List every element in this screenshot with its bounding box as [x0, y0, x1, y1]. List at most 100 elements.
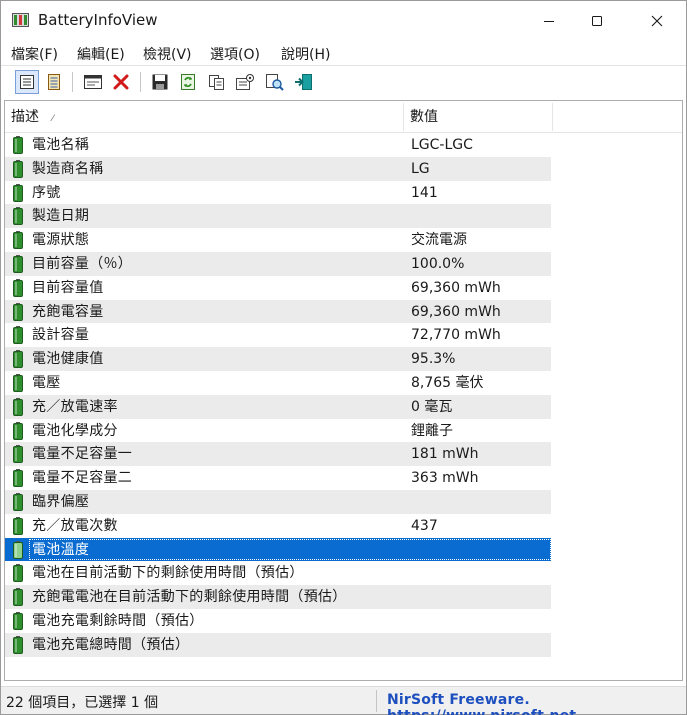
row-description: 電池化學成分 [32, 422, 118, 439]
title-bar[interactable]: BatteryInfoView [1, 1, 686, 41]
menu-edit[interactable]: 編輯(E) [77, 44, 125, 64]
table-row[interactable]: 電池健康值 95.3% [5, 347, 551, 371]
close-button[interactable] [634, 1, 680, 41]
table-row[interactable]: 目前容量值 69,360 mWh [5, 275, 551, 300]
table-row[interactable]: 電源狀態 交流電源 [5, 228, 551, 252]
column-header-value[interactable]: 數值 [404, 101, 552, 133]
battery-info-mode-button[interactable] [15, 70, 39, 94]
row-value: 72,770 mWh [411, 327, 501, 344]
table-row[interactable]: 製造日期 [5, 204, 551, 229]
properties-window-icon [84, 75, 102, 89]
row-value: 8,765 毫伏 [411, 374, 484, 391]
table-row[interactable]: 電池充電總時間（預估） [5, 632, 551, 657]
menu-help[interactable]: 說明(H) [281, 44, 330, 64]
row-value: LGC-LGC [411, 137, 473, 153]
battery-info-mode-icon [20, 75, 34, 89]
find-button[interactable] [263, 70, 287, 94]
table-row[interactable]: 電池名稱 LGC-LGC [5, 133, 551, 157]
row-value: 0 毫瓦 [411, 398, 453, 415]
table-row[interactable]: 電量不足容量一 181 mWh [5, 442, 551, 467]
row-description: 電量不足容量一 [32, 446, 133, 463]
battery-info-list[interactable]: 描述 ⁄ 數值 電池名稱 LGC-LGC 製造商名稱 LG 序號 141 製造日期電源狀態… [4, 100, 683, 681]
row-description: 充／放電次數 [32, 517, 118, 534]
table-row[interactable]: 充飽電電池在目前活動下的剩餘使用時間（預估） [5, 585, 551, 609]
row-value: 69,360 mWh [411, 279, 501, 296]
table-row[interactable]: 設計容量 72,770 mWh [5, 323, 551, 348]
table-row[interactable]: 序號 141 [5, 180, 551, 205]
close-icon [651, 15, 663, 27]
row-description: 電量不足容量二 [32, 470, 133, 487]
battery-icon [13, 183, 23, 202]
menu-view[interactable]: 檢視(V) [143, 44, 192, 64]
battery-icon [13, 445, 23, 464]
battery-icon [13, 469, 23, 488]
status-divider [376, 690, 377, 712]
row-description: 充飽電容量 [32, 303, 104, 320]
battery-icon [13, 540, 23, 559]
menu-file[interactable]: 檔案(F) [11, 44, 58, 64]
nirsoft-credit-link[interactable]: NirSoft Freeware. https://www.nirsoft.ne… [387, 692, 686, 715]
table-row[interactable]: 電壓 8,765 毫伏 [5, 370, 551, 395]
table-row[interactable]: 電池充電剩餘時間（預估） [5, 608, 551, 633]
row-description: 臨界偏壓 [32, 493, 90, 510]
battery-icon [13, 516, 23, 535]
exit-icon [295, 74, 312, 90]
row-description: 電池溫度 [32, 541, 90, 558]
table-row[interactable]: 電池在目前活動下的剩餘使用時間（預估） [5, 561, 551, 586]
save-button[interactable] [148, 70, 172, 94]
exit-button[interactable] [292, 70, 316, 94]
battery-icon [13, 326, 23, 345]
save-floppy-icon [152, 74, 168, 90]
table-row[interactable]: 目前容量（％） 100.0% [5, 251, 551, 276]
minimize-button[interactable] [526, 1, 572, 41]
battery-icon [13, 564, 23, 583]
battery-log-mode-icon [48, 74, 60, 90]
properties-icon [236, 74, 254, 90]
table-row[interactable]: 充／放電速率 0 毫瓦 [5, 394, 551, 419]
battery-icon [13, 207, 23, 226]
row-value: 141 [411, 184, 438, 201]
delete-button[interactable] [109, 70, 133, 94]
maximize-button[interactable] [574, 1, 620, 41]
list-rows: 電池名稱 LGC-LGC 製造商名稱 LG 序號 141 製造日期 電源狀態 交流電源 目前容量… [5, 133, 682, 657]
battery-icon [13, 611, 23, 630]
refresh-button[interactable] [176, 70, 200, 94]
row-description: 充飽電電池在目前活動下的剩餘使用時間（預估） [32, 589, 347, 606]
table-row[interactable]: 電量不足容量二 363 mWh [5, 466, 551, 490]
row-description: 電池充電總時間（預估） [32, 636, 190, 653]
focus-rectangle [29, 538, 551, 560]
table-row[interactable]: 臨界偏壓 [5, 489, 551, 514]
table-row[interactable]: 充／放電次數 437 [5, 513, 551, 538]
minimize-icon [544, 21, 554, 22]
status-bar: 22 個項目，已選擇 1 個 NirSoft Freeware. https:/… [1, 686, 686, 715]
table-row[interactable]: 製造商名稱 LG [5, 156, 551, 181]
table-row[interactable]: 充飽電容量 69,360 mWh [5, 299, 551, 324]
table-row[interactable]: 電池溫度 [5, 537, 551, 562]
row-value: 鋰離子 [411, 422, 453, 439]
battery-icon [13, 350, 23, 369]
copy-button[interactable] [205, 70, 229, 94]
menu-options[interactable]: 選項(O) [210, 44, 260, 64]
row-description: 電壓 [32, 374, 61, 391]
toolbar-separator [72, 72, 73, 92]
toolbar [1, 65, 686, 99]
battery-icon [13, 397, 23, 416]
row-description: 電池健康值 [32, 351, 104, 368]
battery-app-icon [12, 12, 30, 28]
toolbar-separator [140, 72, 141, 92]
maximize-icon [592, 16, 602, 26]
refresh-icon [181, 74, 195, 90]
row-description: 目前容量（％） [32, 255, 133, 272]
properties-button[interactable] [233, 70, 257, 94]
column-divider[interactable] [552, 103, 553, 131]
table-row[interactable]: 電池化學成分 鋰離子 [5, 418, 551, 443]
delete-x-icon [113, 74, 129, 90]
row-value: 69,360 mWh [411, 303, 501, 320]
battery-icon [13, 492, 23, 511]
row-description: 製造日期 [32, 208, 90, 225]
battery-icon [13, 231, 23, 250]
properties-window-button[interactable] [81, 70, 105, 94]
battery-log-mode-button[interactable] [42, 70, 66, 94]
sort-indicator-icon: ⁄ [52, 114, 54, 124]
column-header-description[interactable]: 描述 [5, 101, 403, 133]
